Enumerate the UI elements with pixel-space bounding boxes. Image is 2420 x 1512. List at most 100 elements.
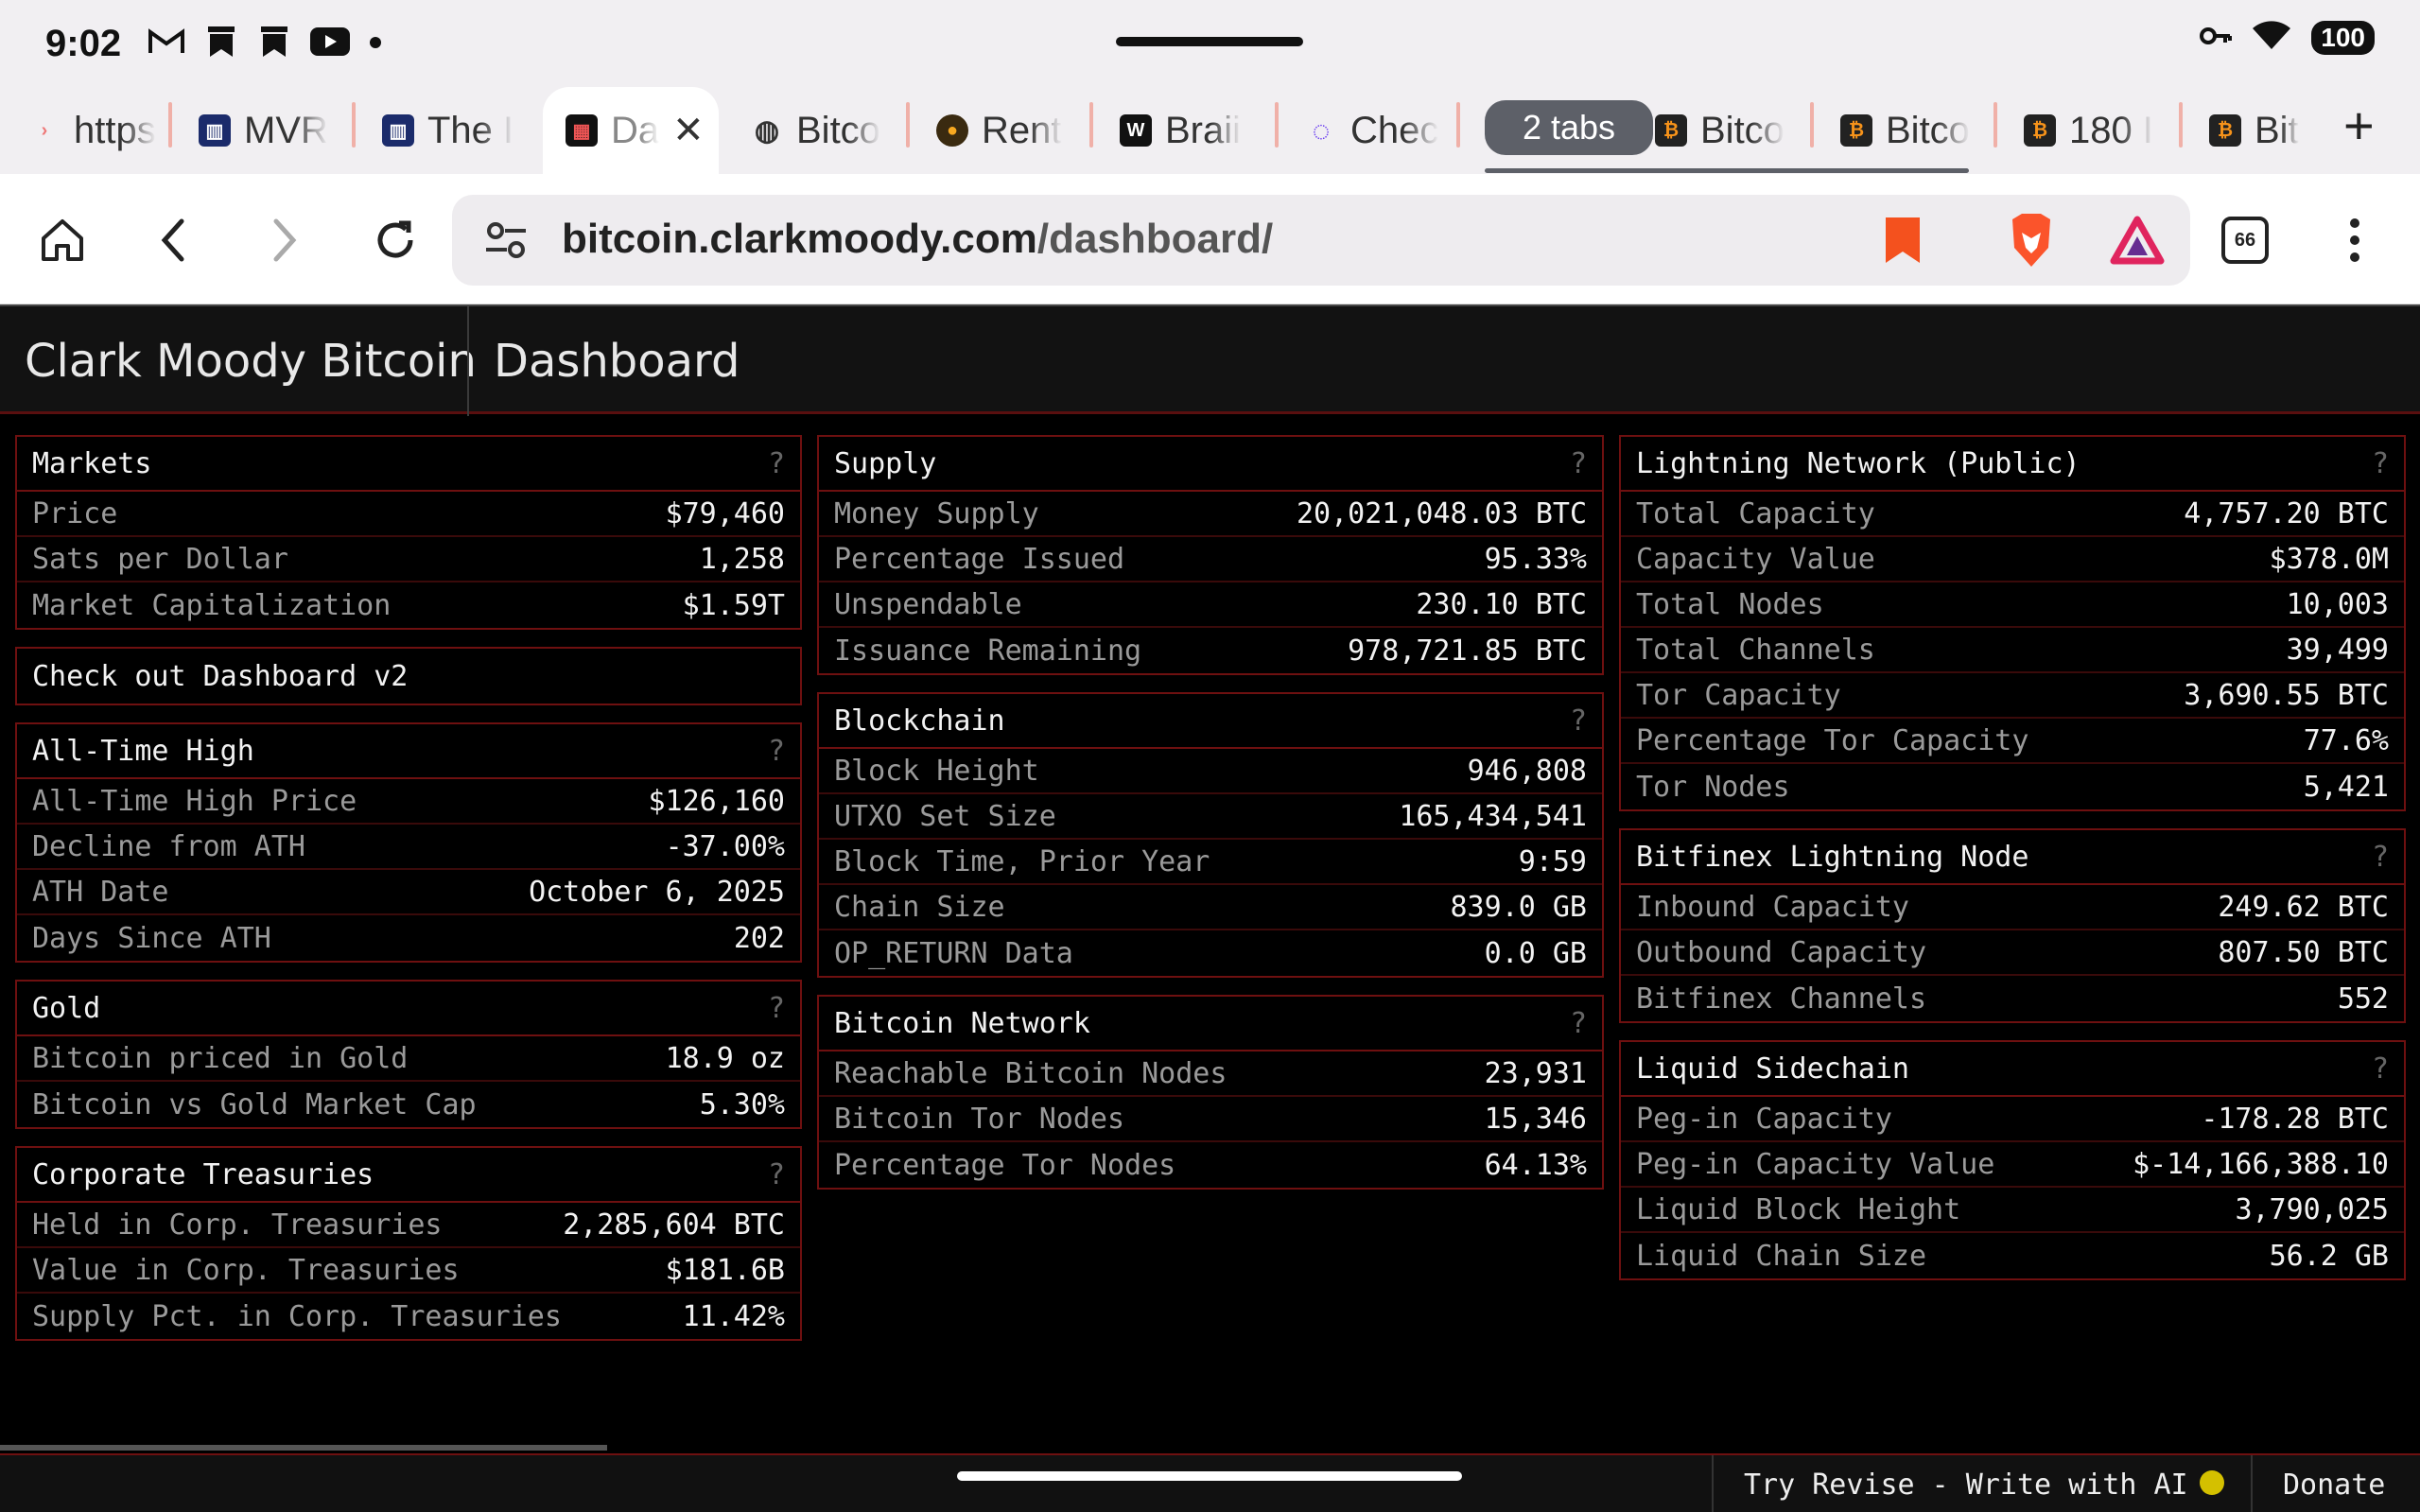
- stat-row: Value in Corp. Treasuries $181.6B: [17, 1248, 800, 1294]
- back-button[interactable]: [146, 212, 202, 269]
- stat-value: 165,434,541: [1399, 799, 1587, 833]
- horizontal-scrollbar[interactable]: [0, 1445, 607, 1451]
- stat-value: -37.00%: [665, 829, 785, 863]
- stat-row: Money Supply 20,021,048.03 BTC: [819, 492, 1602, 537]
- stat-row: Block Height 946,808: [819, 749, 1602, 794]
- dashboard-v2-link[interactable]: Check out Dashboard v2: [15, 647, 802, 705]
- stat-value: 39,499: [2286, 633, 2389, 667]
- stat-card: Markets? Price $79,460 Sats per Dollar 1,258…: [15, 435, 802, 630]
- tab-group-chip[interactable]: 2 tabs: [1485, 100, 1653, 155]
- card-header: Check out Dashboard v2: [17, 649, 800, 704]
- site-title[interactable]: Clark Moody Bitcoin: [25, 335, 477, 388]
- globe-icon: ◍: [754, 114, 780, 147]
- stat-value: 839.0 GB: [1450, 890, 1588, 924]
- close-icon[interactable]: ✕: [672, 109, 705, 152]
- stat-label: Percentage Tor Nodes: [834, 1148, 1176, 1182]
- brave-shields-icon[interactable]: [2003, 212, 2060, 269]
- tab-switcher-button[interactable]: 66: [2217, 212, 2273, 269]
- tab[interactable]: › https: [28, 100, 161, 161]
- stat-value: October 6, 2025: [529, 875, 785, 909]
- stat-value: 249.62 BTC: [2218, 890, 2389, 924]
- stat-value: 2,285,604 BTC: [563, 1208, 785, 1242]
- site-header: Clark Moody Bitcoin Dashboard: [0, 304, 2420, 416]
- stat-card: All-Time High? All-Time High Price $126,16…: [15, 722, 802, 963]
- help-icon[interactable]: ?: [768, 992, 785, 1025]
- card-header: Bitfinex Lightning Node?: [1621, 830, 2404, 885]
- tab[interactable]: ₿ Bit: [2209, 100, 2313, 161]
- bookmark-icon[interactable]: [1884, 216, 1922, 269]
- help-icon[interactable]: ?: [2372, 447, 2389, 480]
- help-icon[interactable]: ?: [1570, 447, 1587, 480]
- stat-row: Bitcoin vs Gold Market Cap 5.30%: [17, 1082, 800, 1127]
- section-title[interactable]: Dashboard: [494, 335, 740, 388]
- stat-value: -178.28 BTC: [2201, 1102, 2389, 1136]
- chart-icon: ▥: [199, 114, 231, 147]
- help-icon[interactable]: ?: [768, 735, 785, 768]
- stat-row: Issuance Remaining 978,721.85 BTC: [819, 628, 1602, 673]
- tab[interactable]: ◌ Chec: [1305, 100, 1447, 161]
- stat-value: $79,460: [665, 496, 785, 530]
- stat-value: 11.42%: [682, 1299, 785, 1333]
- tab[interactable]: ₿ 180 I: [2024, 100, 2166, 161]
- tab[interactable]: W Braii: [1120, 100, 1262, 161]
- tab[interactable]: ▥ The I: [382, 100, 514, 161]
- address-bar[interactable]: bitcoin.clarkmoody.com/dashboard/: [452, 195, 2190, 286]
- stat-row: Liquid Block Height 3,790,025: [1621, 1188, 2404, 1233]
- stat-row: Bitcoin priced in Gold 18.9 oz: [17, 1036, 800, 1082]
- reload-button[interactable]: [367, 212, 424, 269]
- stat-row: Days Since ATH 202: [17, 915, 800, 961]
- stat-label: Tor Nodes: [1636, 770, 1790, 804]
- url-text[interactable]: bitcoin.clarkmoody.com/dashboard/: [562, 216, 1273, 263]
- stat-value: 23,931: [1484, 1056, 1587, 1090]
- tab[interactable]: ₿ Bitco: [1840, 100, 1982, 161]
- stat-value: 1,258: [699, 542, 785, 576]
- tab[interactable]: ▥ MVR: [199, 100, 350, 161]
- forward-button[interactable]: [255, 212, 312, 269]
- status-dot-icon: [2200, 1470, 2224, 1495]
- help-icon[interactable]: ?: [768, 447, 785, 480]
- stat-row: OP_RETURN Data 0.0 GB: [819, 930, 1602, 976]
- stat-value: 10,003: [2286, 587, 2389, 621]
- stat-value: 3,790,025: [2235, 1192, 2389, 1226]
- stat-row: Total Channels 39,499: [1621, 628, 2404, 673]
- help-icon[interactable]: ?: [1570, 1007, 1587, 1040]
- site-settings-icon[interactable]: [484, 219, 528, 265]
- stat-row: Bitfinex Channels 552: [1621, 976, 2404, 1021]
- new-tab-button[interactable]: +: [2343, 95, 2375, 156]
- card-header: Markets?: [17, 437, 800, 492]
- card-title: Markets: [32, 446, 152, 480]
- stat-row: Outbound Capacity 807.50 BTC: [1621, 930, 2404, 976]
- revise-link[interactable]: Try Revise - Write with AI: [1712, 1455, 2219, 1512]
- chart-icon: ▥: [382, 114, 414, 147]
- stat-row: Chain Size 839.0 GB: [819, 885, 1602, 930]
- stat-label: Money Supply: [834, 496, 1039, 530]
- column-middle: Supply? Money Supply 20,021,048.03 BTC Perc…: [817, 435, 1604, 1207]
- brain-icon: W: [1120, 114, 1152, 147]
- circle-icon: ◌: [1312, 113, 1331, 148]
- help-icon[interactable]: ?: [1570, 704, 1587, 738]
- stat-row: Total Nodes 10,003: [1621, 582, 2404, 628]
- help-icon[interactable]: ?: [768, 1158, 785, 1191]
- brave-rewards-icon[interactable]: [2109, 212, 2166, 269]
- more-menu-icon[interactable]: [2326, 212, 2383, 269]
- gmail-icon: [148, 27, 185, 60]
- tab[interactable]: ◍ Bitco: [751, 100, 893, 161]
- help-icon[interactable]: ?: [2372, 841, 2389, 874]
- stat-label: Peg-in Capacity Value: [1636, 1147, 1995, 1181]
- stat-row: Peg-in Capacity Value $-14,166,388.10: [1621, 1142, 2404, 1188]
- stat-label: Unspendable: [834, 587, 1022, 621]
- wifi-icon: [2253, 21, 2291, 55]
- tab-active[interactable]: ▦ Da ✕: [543, 87, 719, 174]
- home-button[interactable]: [34, 212, 91, 269]
- stat-label: Percentage Tor Capacity: [1636, 723, 2029, 757]
- tab[interactable]: ₿ Bitco: [1655, 100, 1797, 161]
- help-icon[interactable]: ?: [2372, 1052, 2389, 1086]
- card-title[interactable]: Check out Dashboard v2: [32, 660, 408, 693]
- tab[interactable]: ● Rent: [936, 100, 1078, 161]
- stat-label: All-Time High Price: [32, 784, 357, 818]
- stat-label: Issuance Remaining: [834, 634, 1142, 668]
- card-header: Lightning Network (Public)?: [1621, 437, 2404, 492]
- stat-value: 95.33%: [1484, 542, 1587, 576]
- stat-row: Peg-in Capacity -178.28 BTC: [1621, 1097, 2404, 1142]
- donate-link[interactable]: Donate: [2251, 1455, 2415, 1512]
